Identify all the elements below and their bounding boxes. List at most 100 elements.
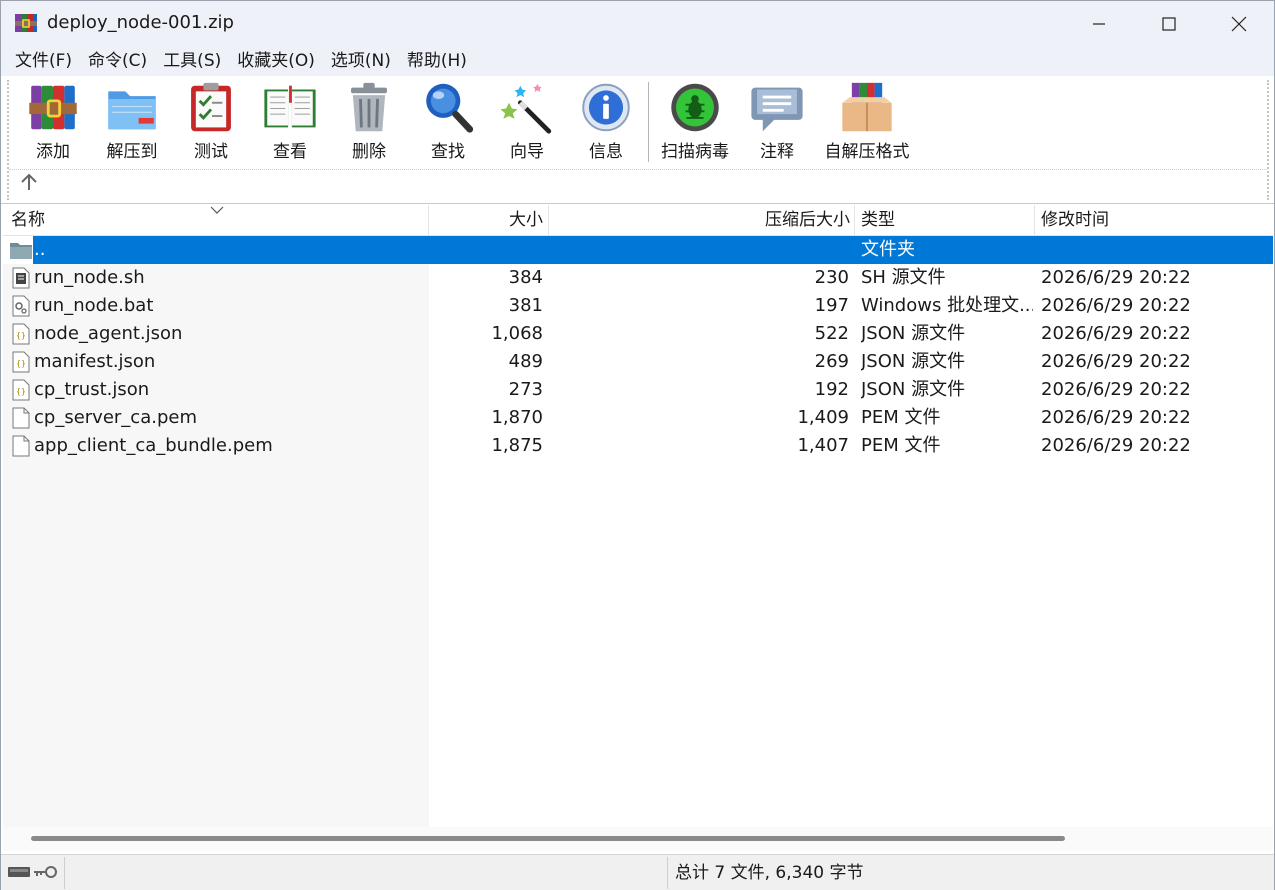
parent-folder-name: .. [34,239,46,260]
file-type: PEM 文件 [861,407,941,428]
wizard-button-label: 向导 [510,142,544,162]
app-window: deploy_node-001.zip 文件(F) 命令(C) 工具(S) 收藏… [0,0,1275,890]
delete-button-label: 删除 [352,142,386,162]
file-list[interactable]: 名称 大小 压缩后大小 类型 修改时间 .. 文件夹 run_node.sh 3… [3,205,1273,827]
file-modified: 2026/6/29 20:22 [1041,323,1191,344]
minimize-button[interactable] [1064,1,1134,46]
view-button[interactable]: 查看 [259,80,321,162]
svg-text:{}: {} [16,331,26,340]
table-row[interactable]: run_node.bat 381 197 Windows 批处理文... 202… [3,292,1273,320]
file-packed-size: 522 [814,323,849,344]
close-icon [1231,16,1247,31]
header-modified[interactable]: 修改时间 [1035,205,1273,236]
info-button[interactable]: 信息 [577,80,635,162]
menu-help[interactable]: 帮助(H) [399,46,475,76]
add-archive-icon [29,85,77,130]
header-packed-label: 压缩后大小 [765,210,850,230]
wizard-wand-icon [500,83,552,134]
extract-folder-icon [108,91,156,130]
file-size: 273 [508,379,543,400]
table-row[interactable]: cp_server_ca.pem 1,870 1,409 PEM 文件 2026… [3,404,1273,432]
header-name[interactable]: 名称 [3,205,429,236]
toolbar-separator [648,82,649,162]
parent-folder-row[interactable]: .. 文件夹 [3,236,1273,264]
test-button[interactable]: 测试 [181,80,241,162]
add-button[interactable]: 添加 [23,80,83,162]
extract-to-button[interactable]: 解压到 [101,80,163,162]
table-row[interactable]: {} cp_trust.json 273 192 JSON 源文件 2026/6… [3,376,1273,404]
file-packed-size: 269 [814,351,849,372]
file-size: 1,068 [491,323,543,344]
virus-scan-button-label: 扫描病毒 [661,142,729,162]
drive-key-icon [8,866,57,878]
blank-file-icon [12,407,30,429]
close-button[interactable] [1204,1,1274,46]
table-row[interactable]: run_node.sh 384 230 SH 源文件 2026/6/29 20:… [3,264,1273,292]
find-button[interactable]: 查找 [419,80,477,162]
header-type[interactable]: 类型 [855,205,1035,236]
parent-folder-type: 文件夹 [861,239,915,260]
wizard-button[interactable]: 向导 [498,80,556,162]
batch-file-icon [12,295,30,317]
header-size[interactable]: 大小 [429,205,549,236]
winrar-books-icon [15,14,37,32]
list-header: 名称 大小 压缩后大小 类型 修改时间 [3,205,1273,236]
menu-favorites[interactable]: 收藏夹(O) [229,46,323,76]
window-title: deploy_node-001.zip [47,12,234,33]
file-size: 489 [508,351,543,372]
json-file-icon: {} [12,323,30,345]
blank-file-icon [12,435,30,457]
file-type: JSON 源文件 [861,323,966,344]
maximize-button[interactable] [1134,1,1204,46]
file-type: PEM 文件 [861,435,941,456]
header-modified-label: 修改时间 [1041,210,1109,230]
menu-bar: 文件(F) 命令(C) 工具(S) 收藏夹(O) 选项(N) 帮助(H) [1,46,1274,76]
json-file-icon: {} [12,379,30,401]
horizontal-scrollbar[interactable] [3,827,1273,851]
comment-button[interactable]: 注释 [749,80,805,162]
file-modified: 2026/6/29 20:22 [1041,351,1191,372]
menu-options[interactable]: 选项(N) [323,46,399,76]
file-packed-size: 192 [814,379,849,400]
folder-icon [10,243,32,259]
svg-text:{}: {} [16,387,26,396]
table-row[interactable]: {} manifest.json 489 269 JSON 源文件 2026/6… [3,348,1273,376]
file-name: run_node.bat [34,295,154,316]
toolbar-divider [9,169,1267,170]
file-size: 1,875 [491,435,543,456]
svg-text:{}: {} [16,359,26,368]
file-type: Windows 批处理文... [861,295,1033,316]
info-button-label: 信息 [589,142,623,162]
title-bar[interactable]: deploy_node-001.zip [1,1,1274,46]
header-packed[interactable]: 压缩后大小 [549,205,855,236]
file-size: 381 [508,295,543,316]
find-button-label: 查找 [431,142,465,162]
file-modified: 2026/6/29 20:22 [1041,435,1191,456]
table-row[interactable]: {} node_agent.json 1,068 522 JSON 源文件 20… [3,320,1273,348]
table-row[interactable]: app_client_ca_bundle.pem 1,875 1,407 PEM… [3,432,1273,460]
info-icon [582,83,630,132]
file-packed-size: 197 [814,295,849,316]
up-folder-icon[interactable] [19,172,39,192]
status-divider [667,857,668,889]
extract-to-button-label: 解压到 [106,142,158,162]
scrollbar-thumb[interactable] [31,836,1065,841]
file-modified: 2026/6/29 20:22 [1041,379,1191,400]
file-size: 384 [508,267,543,288]
file-modified: 2026/6/29 20:22 [1041,267,1191,288]
test-clipboard-icon [191,82,231,132]
file-packed-size: 1,407 [797,435,849,456]
virus-scan-button[interactable]: 扫描病毒 [657,80,733,162]
menu-file[interactable]: 文件(F) [7,46,80,76]
delete-button[interactable]: 删除 [340,80,398,162]
menu-tools[interactable]: 工具(S) [155,46,229,76]
comment-button-label: 注释 [760,142,794,162]
file-type: JSON 源文件 [861,379,966,400]
file-packed-size: 1,409 [797,407,849,428]
file-packed-size: 230 [814,267,849,288]
test-button-label: 测试 [194,142,228,162]
script-file-icon [12,267,30,289]
file-type: SH 源文件 [861,267,946,288]
sfx-button[interactable]: 自解压格式 [819,80,915,162]
menu-commands[interactable]: 命令(C) [80,46,155,76]
